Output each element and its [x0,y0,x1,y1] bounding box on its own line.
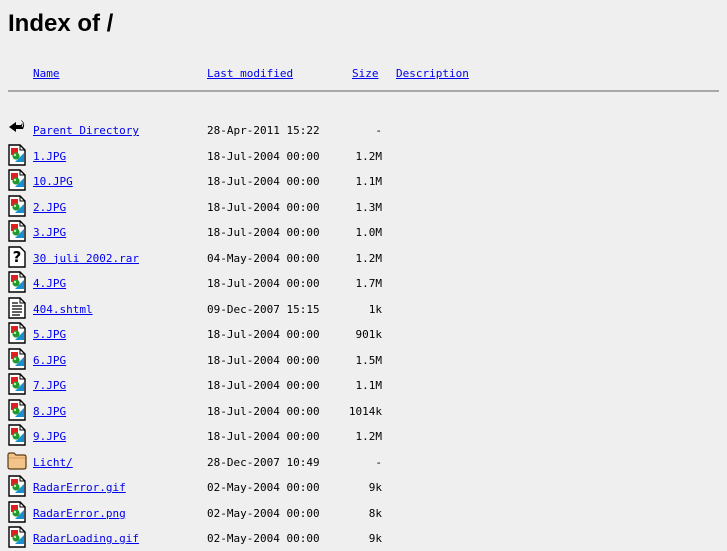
file-row: 2.JPG 18-Jul-2004 00:00 1.3M [0,194,727,220]
file-link[interactable]: 8.JPG [33,405,66,418]
file-size: 1k [368,302,382,316]
file-link[interactable]: 30 juli 2002.rar [33,252,139,265]
last-modified: 04-May-2004 00:00 [207,251,320,265]
last-modified: 09-Dec-2007 15:15 [207,302,320,316]
file-row: RadarLoading.gif 02-May-2004 00:00 9k [0,526,727,551]
file-row: Parent Directory 28-Apr-2011 15:22 - [0,118,727,143]
last-modified: 18-Jul-2004 00:00 [207,226,320,239]
image-icon [7,143,26,166]
file-size: 1.2M [355,430,383,443]
column-header-row: Name Last modified Size Description [0,67,727,83]
image-icon [7,500,26,523]
file-link[interactable]: 7.JPG [33,379,66,392]
page-title: Index of / [8,10,114,37]
file-row: 404.shtml 09-Dec-2007 15:15 1k [0,296,727,322]
file-link[interactable]: 10.JPG [33,175,73,188]
file-size: 1.7M [355,277,383,290]
file-size: 8k [368,506,382,520]
file-size: 9k [368,481,382,494]
file-row: 4.JPG 18-Jul-2004 00:00 1.7M [0,271,727,296]
file-link[interactable]: RadarLoading.gif [33,532,139,545]
image-icon [7,347,26,370]
last-modified: 18-Jul-2004 00:00 [207,328,320,341]
file-link[interactable]: Parent Directory [33,124,139,137]
file-size: 1.2M [355,251,383,265]
file-row: RadarError.gif 02-May-2004 00:00 9k [0,475,727,500]
last-modified: 02-May-2004 00:00 [207,481,320,494]
file-size: 9k [368,532,382,545]
image-icon [7,169,26,191]
last-modified: 18-Jul-2004 00:00 [207,175,320,188]
image-icon [7,271,26,293]
unknown-icon: ? [7,245,26,268]
file-row: 9.JPG 18-Jul-2004 00:00 1.2M [0,424,727,449]
file-size: - [375,455,382,469]
header-divider [8,90,719,92]
last-modified: 28-Apr-2011 15:22 [207,124,320,137]
image-icon [7,526,26,548]
image-icon [7,322,26,344]
file-link[interactable]: 5.JPG [33,328,66,341]
back-icon [7,118,25,138]
file-size: 1.5M [355,353,383,367]
last-modified: 18-Jul-2004 00:00 [207,404,320,418]
file-link[interactable]: 404.shtml [33,303,93,316]
image-icon [7,220,26,242]
file-link[interactable]: Licht/ [33,456,73,469]
file-row: 3.JPG 18-Jul-2004 00:00 1.0M [0,220,727,245]
file-link[interactable]: 1.JPG [33,150,66,163]
image-icon [7,475,26,497]
image-icon [7,373,26,395]
file-row: RadarError.png 02-May-2004 00:00 8k [0,500,727,526]
file-link[interactable]: 4.JPG [33,277,66,290]
text-icon [7,296,26,319]
file-size: 1014k [348,404,382,418]
image-icon [7,398,26,421]
last-modified: 28-Dec-2007 10:49 [207,455,320,469]
folder-icon [7,450,27,470]
file-link[interactable]: 3.JPG [33,226,66,239]
file-link[interactable]: RadarError.gif [33,481,126,494]
file-link[interactable]: 2.JPG [33,201,66,214]
last-modified: 02-May-2004 00:00 [207,506,320,520]
file-row: 10.JPG 18-Jul-2004 00:00 1.1M [0,169,727,194]
file-row: 7.JPG 18-Jul-2004 00:00 1.1M [0,373,727,398]
file-size: 1.3M [355,200,383,214]
last-modified: 18-Jul-2004 00:00 [207,277,320,290]
last-modified: 18-Jul-2004 00:00 [207,353,320,367]
file-size: - [375,124,382,137]
last-modified: 18-Jul-2004 00:00 [207,149,320,163]
last-modified: 02-May-2004 00:00 [207,532,320,545]
file-row: ? 30 juli 2002.rar 04-May-2004 00:00 1.2M [0,245,727,271]
file-row: 8.JPG 18-Jul-2004 00:00 1014k [0,398,727,424]
file-link[interactable]: 6.JPG [33,354,66,367]
file-size: 1.0M [355,226,383,239]
sort-by-name-link[interactable]: Name [33,67,60,80]
file-link[interactable]: 9.JPG [33,430,66,443]
sort-by-description-link[interactable]: Description [396,67,469,80]
image-icon [7,424,26,446]
svg-text:?: ? [13,248,22,266]
file-row: 5.JPG 18-Jul-2004 00:00 901k [0,322,727,347]
sort-by-size-link[interactable]: Size [352,67,379,80]
file-size: 1.1M [355,175,383,188]
file-row: 1.JPG 18-Jul-2004 00:00 1.2M [0,143,727,169]
file-size: 901k [355,328,383,341]
file-size: 1.2M [355,149,383,163]
file-size: 1.1M [355,379,383,392]
sort-by-last-modified-link[interactable]: Last modified [207,67,293,80]
last-modified: 18-Jul-2004 00:00 [207,200,320,214]
image-icon [7,194,26,217]
file-row: 6.JPG 18-Jul-2004 00:00 1.5M [0,347,727,373]
file-row: Licht/28-Dec-2007 10:49 - [0,450,727,475]
last-modified: 18-Jul-2004 00:00 [207,379,320,392]
file-link[interactable]: RadarError.png [33,507,126,520]
last-modified: 18-Jul-2004 00:00 [207,430,320,443]
